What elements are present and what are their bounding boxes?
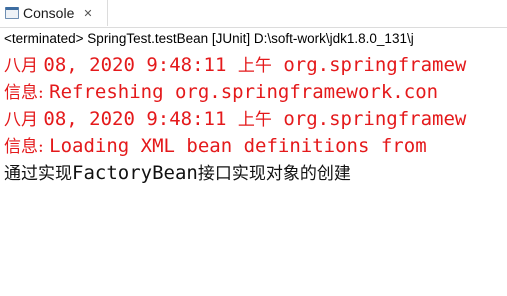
- tab-console-label: Console: [23, 5, 75, 21]
- output-text-start: 通过实现: [4, 164, 72, 184]
- tab-console[interactable]: Console ✕: [0, 0, 108, 26]
- console-log-line: 八月 08, 2020 9:48:11 上午 org.springframew: [4, 106, 466, 134]
- console-status-line: <terminated> SpringTest.testBean [JUnit]…: [4, 31, 414, 46]
- console-log-line: 信息: Refreshing org.springframework.con: [4, 79, 438, 107]
- output-class-name: FactoryBean: [72, 162, 198, 184]
- log-ampm: 上午: [237, 110, 272, 130]
- view-tab-bar: Console ✕: [0, 0, 507, 28]
- log-month: 八月: [4, 110, 44, 130]
- log-message: Loading XML bean definitions from: [49, 135, 427, 157]
- close-icon[interactable]: ✕: [83, 7, 92, 20]
- log-date: 08, 2020 9:48:11: [43, 108, 238, 130]
- console-output-line: 通过实现FactoryBean接口实现对象的创建: [4, 160, 351, 188]
- console-view: Console ✕ <terminated> SpringTest.testBe…: [0, 0, 507, 296]
- log-ampm: 上午: [237, 56, 272, 76]
- log-source: org.springframew: [271, 54, 467, 76]
- output-text-end: 接口实现对象的创建: [197, 164, 351, 184]
- log-source: org.springframew: [271, 108, 467, 130]
- log-level: 信息:: [4, 137, 50, 157]
- log-date: 08, 2020 9:48:11: [43, 54, 238, 76]
- console-icon: [5, 7, 19, 19]
- log-month: 八月: [4, 56, 44, 76]
- console-log-line: 信息: Loading XML bean definitions from: [4, 133, 427, 161]
- log-message: Refreshing org.springframework.con: [49, 81, 439, 103]
- console-log-line: 八月 08, 2020 9:48:11 上午 org.springframew: [4, 52, 466, 80]
- log-level: 信息:: [4, 83, 50, 103]
